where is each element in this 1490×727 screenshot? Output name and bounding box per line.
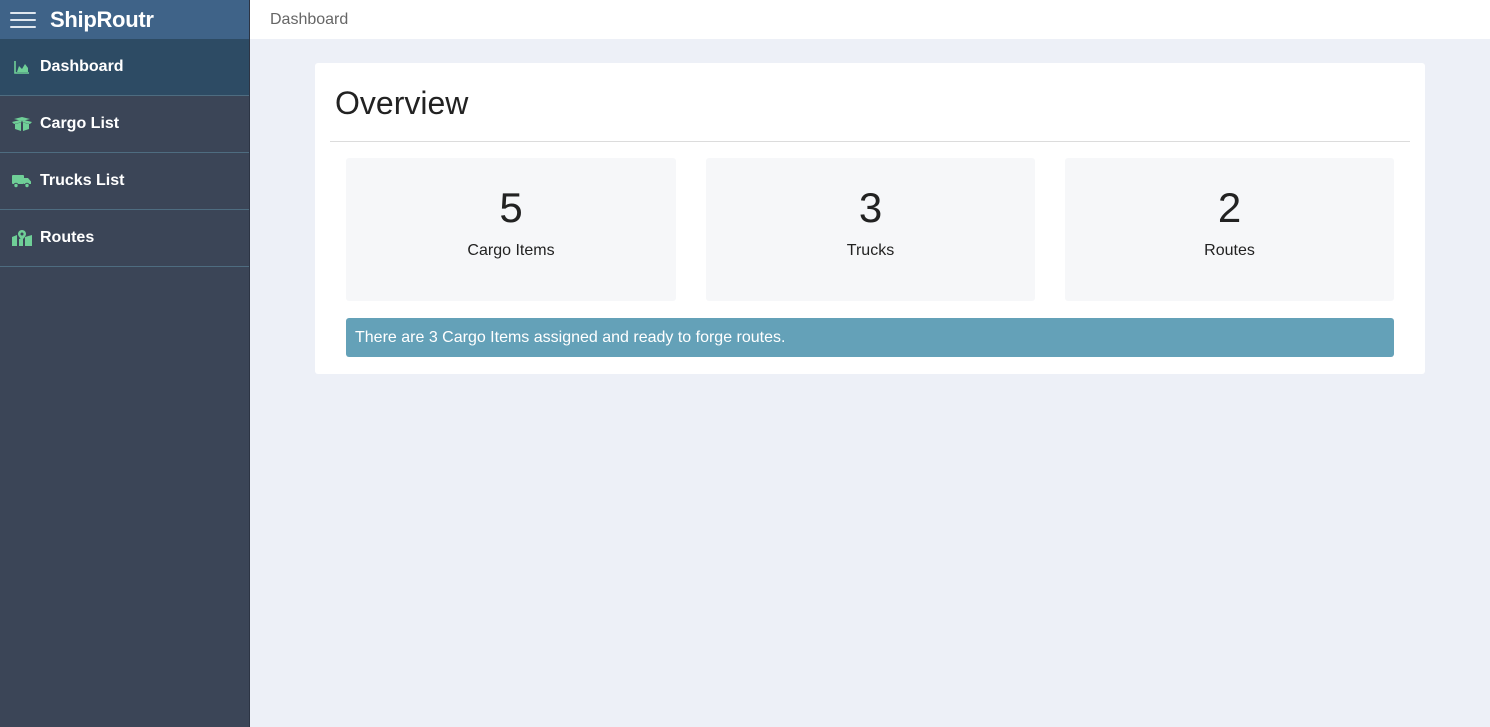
overview-panel: Overview 5 Cargo Items 3 Trucks 2 Routes… [315,63,1425,374]
breadcrumb: Dashboard [270,10,349,28]
sidebar-item-trucks-list[interactable]: Trucks List [0,153,249,210]
divider [330,141,1410,142]
map-marked-icon [12,230,32,246]
app-logo-text[interactable]: ShipRoutr [50,7,154,33]
sidebar-item-label: Dashboard [40,58,124,75]
sidebar-item-routes[interactable]: Routes [0,210,249,267]
stat-card-routes: 2 Routes [1065,158,1394,301]
page-title: Overview [335,85,469,121]
top-bar: Dashboard [250,0,1490,39]
brand-bar: ShipRoutr [0,0,249,39]
box-icon [12,116,32,132]
stat-value: 3 [858,184,883,231]
stat-card-cargo-items: 5 Cargo Items [346,158,676,301]
sidebar-item-dashboard[interactable]: Dashboard [0,39,249,96]
hamburger-menu-icon[interactable] [10,11,36,28]
stat-label: Cargo Items [467,242,555,259]
chart-area-icon [12,59,32,75]
stat-label: Routes [1204,242,1255,259]
stat-label: Trucks [846,242,895,259]
sidebar-item-label: Cargo List [40,115,120,132]
sidebar-item-label: Routes [40,229,95,246]
stat-card-trucks: 3 Trucks [706,158,1035,301]
truck-icon [12,173,32,189]
sidebar: ShipRoutr Dashboard Cargo List Trucks Li… [0,0,250,727]
stat-value: 5 [499,184,523,231]
stat-value: 2 [1217,184,1242,231]
sidebar-item-cargo-list[interactable]: Cargo List [0,96,249,153]
info-alert: There are 3 Cargo Items assigned and rea… [346,318,1394,357]
sidebar-item-label: Trucks List [40,172,125,189]
